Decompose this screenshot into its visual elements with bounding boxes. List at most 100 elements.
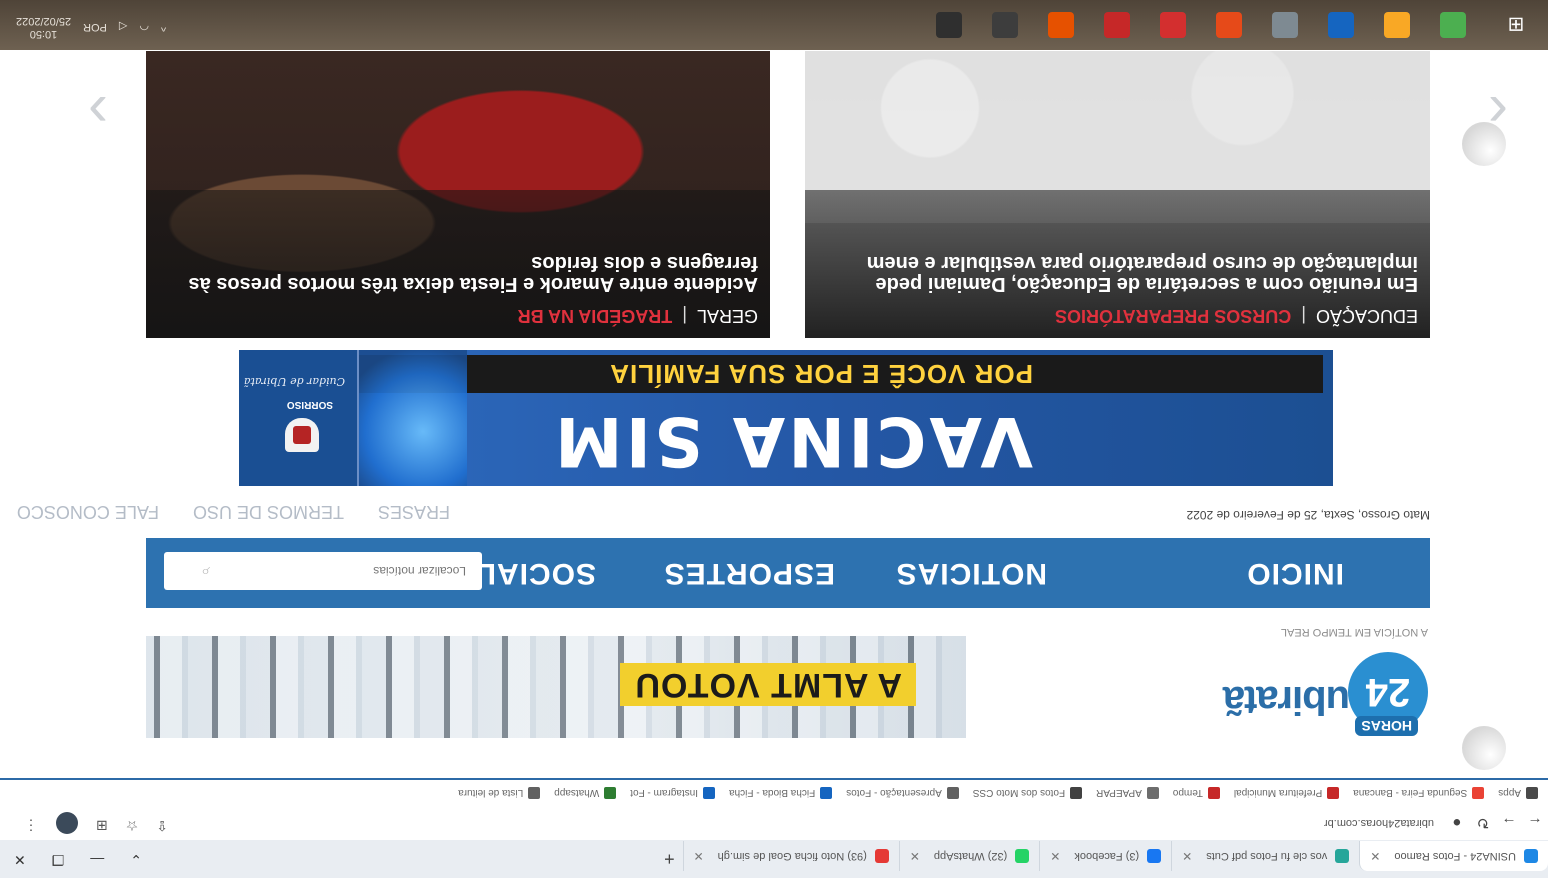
bookmark-item[interactable]: Lista de leitura	[458, 787, 541, 799]
taskbar-app-icon[interactable]	[1384, 12, 1410, 38]
browser-tab[interactable]: USINA24 - Fotos Ramoo ✕	[1359, 841, 1548, 871]
url-field[interactable]: ubirata24horas.com.br	[168, 817, 1434, 829]
close-tab-icon[interactable]: ✕	[1370, 849, 1380, 863]
article-category[interactable]: EDUCAÇÃO	[1316, 306, 1418, 326]
nav-item-noticias[interactable]: NOTICIAS	[896, 556, 1047, 590]
nav-item-inicio[interactable]: INICIO	[1246, 556, 1344, 590]
article-subcategory[interactable]: CURSOS PREPARATÓRIOS	[1055, 306, 1291, 326]
scroll-knob[interactable]	[1462, 726, 1506, 770]
search-icon[interactable]: ⌕	[201, 562, 210, 580]
reading-list-icon	[528, 787, 541, 799]
banner-splash	[357, 350, 467, 486]
logo-badge-number: 24	[1365, 670, 1411, 714]
scroll-knob[interactable]	[1462, 122, 1506, 166]
star-icon[interactable]: ☆	[126, 812, 139, 834]
close-tab-icon[interactable]: ✕	[1182, 849, 1192, 863]
banner-org-panel: SORRISO Cuidar de Ubiratã	[239, 350, 359, 486]
bookmark-favicon-icon	[946, 787, 959, 799]
nav-item-social[interactable]: SOCIAL	[477, 556, 596, 590]
article-category[interactable]: GERAL	[697, 306, 758, 326]
bookmark-item[interactable]: Whatsapp	[554, 787, 617, 799]
apps-grid-icon	[1526, 787, 1538, 799]
back-icon[interactable]: ←	[1522, 815, 1548, 832]
close-tab-icon[interactable]: ✕	[694, 849, 704, 863]
bookmark-item[interactable]: Prefeitura Municipal	[1234, 787, 1340, 799]
taskbar-app-icon[interactable]	[1048, 12, 1074, 38]
bookmark-item[interactable]: Segunda Feira - Bancana	[1353, 787, 1485, 799]
bookmark-favicon-icon	[604, 787, 617, 799]
taskbar-app-icon[interactable]	[992, 12, 1018, 38]
lock-icon[interactable]: ●	[1444, 815, 1470, 832]
banner-signature: Cuidar de Ubiratã	[243, 375, 345, 388]
start-menu-icon[interactable]: ⊞	[1496, 5, 1536, 45]
new-tab-button[interactable]: +	[664, 849, 675, 870]
taskbar-clock[interactable]: 10:50 25/02/2022	[16, 14, 71, 40]
tray-chevron-icon[interactable]: ^	[161, 21, 166, 33]
wifi-icon[interactable]: ◠	[139, 21, 149, 34]
article-category-line: GERAL|TRAGÉDIA NA BR	[517, 306, 758, 326]
taskbar-app-icon[interactable]	[1160, 12, 1186, 38]
tab-favicon-icon	[874, 849, 889, 863]
taskbar-app-icon[interactable]	[1440, 12, 1466, 38]
browser-tab-strip: USINA24 - Fotos Ramoo ✕ vos cle fu Fotos…	[0, 840, 1548, 878]
extensions-icon[interactable]: ⊞	[96, 812, 108, 834]
logo-badge-small: HORAS	[1355, 716, 1418, 736]
article-card[interactable]: GERAL|TRAGÉDIA NA BR Acidente entre Amar…	[146, 51, 770, 338]
taskbar-app-icon[interactable]	[936, 12, 962, 38]
nav-item-esportes[interactable]: ESPORTES	[664, 556, 835, 590]
menu-icon[interactable]: ⋮	[24, 812, 38, 834]
taskbar-app-icon[interactable]	[1216, 12, 1242, 38]
browser-tab[interactable]: (32) WhatsApp ✕	[898, 841, 1040, 871]
article-subcategory[interactable]: TRAGÉDIA NA BR	[518, 306, 673, 326]
tab-label: (32) WhatsApp	[933, 850, 1008, 862]
bookmark-item[interactable]: Apps	[1498, 787, 1538, 799]
main-nav: INICIO NOTICIAS ESPORTES SOCIAL ⌕	[146, 538, 1430, 608]
site-tagline: A NOTÍCIA EM TEMPO REAL	[1280, 626, 1428, 638]
close-tab-icon[interactable]: ✕	[1050, 849, 1060, 863]
site-logo[interactable]: HORAS 24 ubiratã	[1198, 650, 1428, 740]
quick-link-frases[interactable]: FRASES	[378, 501, 450, 522]
tab-favicon-icon	[1147, 849, 1162, 863]
tab-label: (3) Facebook	[1074, 850, 1140, 862]
window-controls: ⌄ — ❐ ✕	[14, 851, 142, 868]
browser-tab[interactable]: (3) Facebook ✕	[1039, 841, 1172, 871]
tab-search-icon[interactable]: ⌄	[130, 851, 142, 868]
restore-icon[interactable]: ❐	[52, 851, 65, 868]
tray-language[interactable]: POR	[83, 21, 107, 33]
search-input[interactable]	[224, 563, 468, 579]
profile-avatar[interactable]	[56, 812, 78, 834]
header-advertisement[interactable]: A ALMT VOTOU	[146, 636, 966, 738]
system-tray: ^ ◠ ◁ POR 10:50 25/02/2022	[16, 14, 166, 40]
bookmark-item[interactable]: Fotos dos Moto CSS	[973, 787, 1083, 799]
taskbar-app-icon[interactable]	[1272, 12, 1298, 38]
logo-badge: HORAS 24	[1348, 652, 1428, 736]
browser-tab[interactable]: vos cle fu Fotos pdf Cuts ✕	[1171, 841, 1360, 871]
close-window-icon[interactable]: ✕	[14, 851, 26, 868]
minimize-icon[interactable]: —	[90, 851, 104, 868]
taskbar-app-icon[interactable]	[1328, 12, 1354, 38]
quick-link-termos[interactable]: TERMOS DE USO	[193, 501, 344, 522]
close-tab-icon[interactable]: ✕	[910, 849, 920, 863]
article-title[interactable]: Acidente entre Amarok e Fiesta deixa trê…	[168, 252, 758, 295]
vaccine-banner[interactable]: POR VOCÊ E POR SUA FAMÍLIA VACINA SIM SO…	[239, 350, 1333, 486]
article-title[interactable]: Em reunião com a secretária de Educação,…	[828, 252, 1418, 295]
forward-icon[interactable]: →	[1496, 815, 1522, 832]
share-icon[interactable]: ⇪	[156, 812, 168, 834]
volume-icon[interactable]: ◁	[119, 21, 127, 34]
bookmark-item[interactable]: Apresentação - Fotos	[846, 787, 959, 799]
screenshot-stage: USINA24 - Fotos Ramoo ✕ vos cle fu Fotos…	[0, 0, 1548, 878]
browser-tab[interactable]: (93) Noto ficha Goal de sim.gh ✕	[682, 841, 899, 871]
tab-label: (93) Noto ficha Goal de sim.gh	[717, 850, 867, 862]
reload-icon[interactable]: ↻	[1470, 814, 1496, 832]
quick-link-fale-conosco[interactable]: FALE CONOSCO	[17, 501, 159, 522]
bookmark-item[interactable]: APAEPAR	[1096, 787, 1159, 799]
bookmark-item[interactable]: Tempo	[1173, 787, 1220, 799]
bookmark-item[interactable]: Ficha Bioda - Ficha	[729, 787, 833, 799]
taskbar-app-icon[interactable]	[1104, 12, 1130, 38]
bookmark-favicon-icon	[703, 787, 716, 799]
bookmarks-bar: Apps Segunda Feira - Bancana Prefeitura …	[0, 778, 1548, 806]
bookmark-item[interactable]: Instagram - Fot	[630, 787, 716, 799]
article-card[interactable]: EDUCAÇÃO|CURSOS PREPARATÓRIOS Em reunião…	[805, 51, 1430, 338]
tab-favicon-icon	[1015, 849, 1030, 863]
carousel-next-icon[interactable]: ›	[88, 79, 108, 148]
